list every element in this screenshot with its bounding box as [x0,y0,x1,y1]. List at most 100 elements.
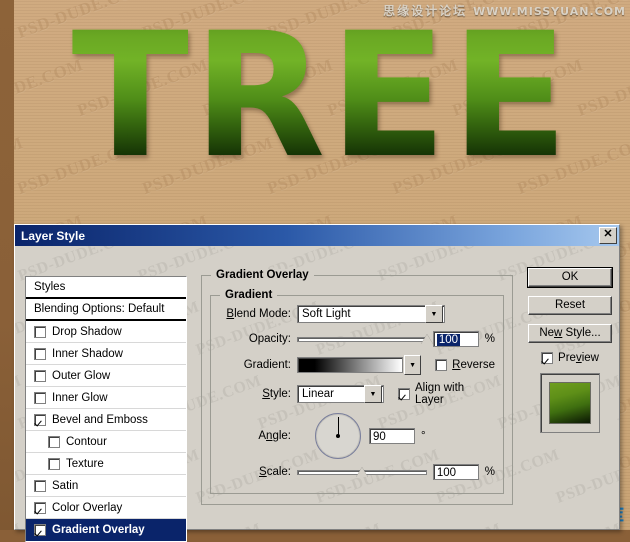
gradient-picker-chevron-icon[interactable]: ▼ [404,355,422,375]
watermark-text: PSD-DUDE.COM [496,520,619,530]
effect-toggle-checkbox[interactable] [34,479,46,492]
blend-mode-row: Blend Mode: Soft Light ▼ [217,305,495,323]
effect-toggle-checkbox[interactable] [34,391,46,404]
effect-toggle-checkbox[interactable] [48,457,60,470]
effect-toggle-checkbox[interactable] [48,435,60,448]
artwork-tree-text: TREE [14,8,630,184]
scale-row: Scale: 100 % [217,463,495,481]
effects-list-item-texture[interactable]: Texture [26,453,186,475]
opacity-slider-thumb[interactable] [421,334,433,344]
effects-list-item-label: Texture [66,457,104,470]
effect-toggle-checkbox[interactable] [34,325,46,338]
style-select[interactable]: Linear ▼ [297,385,384,403]
new-style-button[interactable]: New Style... [528,324,612,343]
gradient-group: Gradient Blend Mode: Soft Light ▼ Opacit… [210,289,504,494]
style-preview-swatch [549,382,591,424]
effects-list-item-outer-glow[interactable]: Outer Glow [26,365,186,387]
effects-list-item-label: Inner Shadow [52,347,123,360]
reset-button[interactable]: Reset [528,296,612,315]
watermark-text: PSD-DUDE.COM [615,372,619,433]
effects-list-item-bevel-and-emboss[interactable]: Bevel and Emboss [26,409,186,431]
opacity-value: 100 [436,334,461,346]
blend-mode-value: Soft Light [302,308,351,320]
effects-list-item-label: Contour [66,435,107,448]
gradient-row: Gradient: ▼ Reverse [217,355,495,375]
ok-button[interactable]: OK [528,268,612,287]
chevron-down-icon[interactable]: ▼ [363,385,382,403]
watermark-text: PSD-DUDE.COM [553,446,619,507]
gradient-preview-bar[interactable] [297,357,404,373]
align-with-layer-checkbox[interactable] [397,388,410,400]
watermark-chinese-text: 思缘设计论坛 [383,4,468,18]
effects-list-item-contour[interactable]: Contour [26,431,186,453]
opacity-unit: % [484,333,495,345]
opacity-slider-track [297,337,427,342]
workspace-left-edge [0,0,14,530]
gradient-overlay-panel: Gradient Overlay Gradient Blend Mode: So… [201,268,513,505]
effects-list-item-drop-shadow[interactable]: Drop Shadow [26,321,186,343]
preview-checkbox[interactable] [541,352,554,364]
close-icon[interactable]: ✕ [599,227,617,244]
reverse-checkbox-row[interactable]: Reverse [435,359,495,371]
style-row: Style: Linear ▼ Align with Layer [217,382,495,406]
style-value: Linear [302,388,334,400]
scale-label: Scale: [259,466,291,478]
watermark-url-text: WWW.MISSYUAN.COM [473,5,626,18]
watermark-text: PSD-DUDE.COM [616,520,619,530]
watermark-text: PSD-DUDE.COM [15,246,24,285]
dialog-actions: OK Reset New Style... Preview [527,268,613,433]
effects-list-item-blending-options-default[interactable]: Blending Options: Default [26,299,186,321]
effects-list-item-label: Styles [34,281,66,293]
watermark-text: PSD-DUDE.COM [15,520,24,530]
effects-list-item-gradient-overlay[interactable]: Gradient Overlay [26,519,186,541]
blend-mode-select[interactable]: Soft Light ▼ [297,305,445,323]
scale-slider[interactable] [297,467,427,477]
reverse-checkbox[interactable] [435,359,448,371]
gradient-label: Gradient: [243,359,291,371]
effects-list-item-color-overlay[interactable]: Color Overlay [26,497,186,519]
effect-toggle-checkbox[interactable] [34,369,46,382]
style-label: Style: [262,388,291,400]
align-with-layer-label: Align with Layer [414,382,465,406]
angle-input[interactable]: 90 [369,428,415,444]
effects-list-item-label: Satin [52,479,79,492]
effects-list-item-label: Drop Shadow [52,325,122,338]
preview-checkbox-row[interactable]: Preview [541,352,599,364]
effects-list-item-styles[interactable]: Styles [26,277,186,299]
watermark-text: PSD-DUDE.COM [15,372,24,433]
blend-mode-label: Blend Mode: [226,308,291,320]
effect-toggle-checkbox[interactable] [34,347,46,360]
preview-label: Preview [558,352,599,364]
effects-list-item-inner-shadow[interactable]: Inner Shadow [26,343,186,365]
opacity-slider[interactable] [297,334,433,344]
align-with-layer-row[interactable]: Align with Layer [397,382,495,406]
effects-list-item-satin[interactable]: Satin [26,475,186,497]
angle-dial[interactable] [315,413,361,459]
angle-value: 90 [373,431,386,443]
angle-label: Angle: [258,430,291,442]
watermark-text: PSD-DUDE.COM [376,520,504,530]
section-title: Gradient Overlay [211,269,314,281]
effect-toggle-checkbox[interactable] [34,501,46,514]
angle-unit: ° [421,430,426,442]
scale-input[interactable]: 100 [432,464,479,480]
effects-list-item-label: Color Overlay [52,501,123,514]
effects-list-item-label: Outer Glow [52,369,111,382]
gradient-overlay-section: Gradient Overlay Gradient Blend Mode: So… [201,269,513,505]
watermark-text: PSD-DUDE.COM [256,520,384,530]
opacity-input[interactable]: 100 [432,331,479,347]
effects-list-item-inner-glow[interactable]: Inner Glow [26,387,186,409]
effects-list-item-label: Blending Options: Default [34,303,165,315]
chevron-down-icon[interactable]: ▼ [425,305,443,323]
effect-toggle-checkbox[interactable] [34,413,46,426]
dialog-titlebar[interactable]: Layer Style ✕ [15,225,619,246]
scale-slider-thumb[interactable] [356,467,368,477]
watermark-text: PSD-DUDE.COM [615,246,619,285]
angle-row: Angle: 90 ° [217,413,495,459]
opacity-row: Opacity: 100 % [217,330,495,348]
effects-list[interactable]: Styles Blending Options: Default Drop Shad… [25,276,187,542]
scale-unit: % [484,466,495,478]
layer-style-dialog: Layer Style ✕ PSD-DUDE.COM PSD-DUDE.COM PS… [14,224,620,542]
effects-list-item-label: Inner Glow [52,391,108,404]
opacity-label: Opacity: [248,333,291,345]
